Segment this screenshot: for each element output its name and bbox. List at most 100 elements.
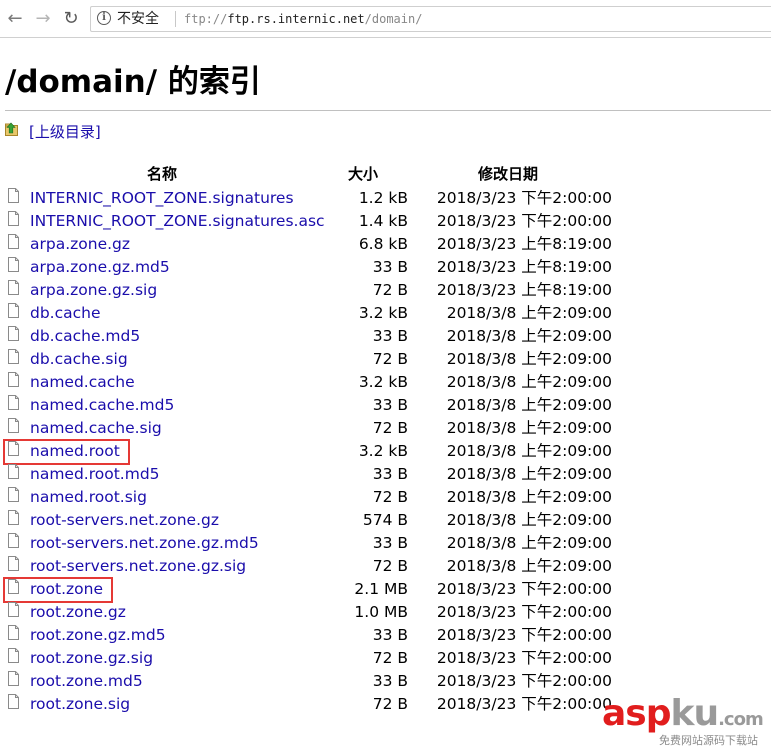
file-icon[interactable]	[8, 280, 19, 295]
file-icon[interactable]	[8, 556, 19, 571]
table-row: root-servers.net.zone.gz.sig 72 B 2018/3/8…	[0, 555, 771, 578]
file-icon[interactable]	[8, 418, 19, 433]
file-link[interactable]: root.zone.gz.sig	[30, 647, 153, 669]
file-modified-date: 2018/3/23 下午2:00:00	[436, 189, 612, 207]
file-modified-date: 2018/3/23 下午2:00:00	[436, 626, 612, 644]
file-link[interactable]: root-servers.net.zone.gz	[30, 509, 219, 531]
reload-icon[interactable]: ↻	[60, 8, 82, 30]
file-size: 1.4 kB	[358, 212, 408, 230]
file-modified-date: 2018/3/8 上午2:09:00	[446, 304, 612, 322]
file-modified-date: 2018/3/8 上午2:09:00	[446, 442, 612, 460]
file-link[interactable]: named.root.md5	[30, 463, 160, 485]
file-icon[interactable]	[8, 625, 19, 640]
file-icon[interactable]	[8, 372, 19, 387]
file-link[interactable]: root.zone.sig	[30, 693, 130, 715]
table-row: db.cache.md5 33 B 2018/3/8 上午2:09:00	[0, 325, 771, 348]
file-link[interactable]: root.zone.gz	[30, 601, 126, 623]
file-icon[interactable]	[8, 510, 19, 525]
url-scheme: ftp://	[184, 12, 228, 26]
table-row: arpa.zone.gz 6.8 kB 2018/3/23 上午8:19:00	[0, 233, 771, 256]
file-size: 3.2 kB	[358, 442, 408, 460]
page-title: /domain/ 的索引	[5, 64, 261, 100]
file-size: 6.8 kB	[358, 235, 408, 253]
file-icon[interactable]	[8, 648, 19, 663]
file-link[interactable]: named.cache.md5	[30, 394, 174, 416]
forward-arrow-icon[interactable]: →	[32, 8, 54, 30]
back-arrow-icon[interactable]: ←	[4, 8, 26, 30]
url-text[interactable]: ftp://ftp.rs.internic.net/domain/	[184, 10, 422, 28]
table-row: root.zone 2.1 MB 2018/3/23 下午2:00:00	[0, 577, 771, 603]
file-icon[interactable]	[8, 234, 19, 249]
file-modified-date: 2018/3/8 上午2:09:00	[446, 350, 612, 368]
file-link[interactable]: arpa.zone.gz.sig	[30, 279, 157, 301]
file-link[interactable]: INTERNIC_ROOT_ZONE.signatures	[30, 187, 294, 209]
file-size: 1.2 kB	[358, 189, 408, 207]
column-header-size[interactable]: 大小	[348, 163, 378, 185]
table-row: named.root.md5 33 B 2018/3/8 上午2:09:00	[0, 463, 771, 486]
watermark-asp: asp	[602, 693, 671, 734]
file-modified-date: 2018/3/23 下午2:00:00	[436, 672, 612, 690]
table-row: root.zone.md5 33 B 2018/3/23 下午2:00:00	[0, 670, 771, 693]
table-row: INTERNIC_ROOT_ZONE.signatures 1.2 kB 2018/…	[0, 187, 771, 210]
table-row: arpa.zone.gz.md5 33 B 2018/3/23 上午8:19:00	[0, 256, 771, 279]
watermark-subtitle: 免费网站源码下载站	[659, 734, 758, 747]
parent-directory-link[interactable]: [上级目录]	[29, 122, 101, 142]
file-icon[interactable]	[8, 533, 19, 548]
table-row: root-servers.net.zone.gz.md5 33 B 2018/3/8…	[0, 532, 771, 555]
file-link[interactable]: named.root.sig	[30, 486, 147, 508]
file-icon[interactable]	[8, 671, 19, 686]
url-host: ftp.rs.internic.net	[227, 12, 365, 26]
url-path: /domain/	[364, 12, 423, 26]
file-icon[interactable]	[8, 211, 19, 226]
file-link[interactable]: db.cache.md5	[30, 325, 140, 347]
file-modified-date: 2018/3/8 上午2:09:00	[446, 557, 612, 575]
file-link[interactable]: named.root	[30, 440, 120, 462]
file-link[interactable]: root.zone.gz.md5	[30, 624, 166, 646]
file-link[interactable]: db.cache	[30, 302, 101, 324]
file-modified-date: 2018/3/23 下午2:00:00	[436, 580, 612, 598]
parent-folder-up-icon[interactable]	[5, 122, 19, 136]
file-icon[interactable]	[8, 464, 19, 479]
file-link[interactable]: named.cache	[30, 371, 135, 393]
file-icon[interactable]	[8, 602, 19, 617]
column-header-name[interactable]: 名称	[147, 163, 177, 185]
file-size: 2.1 MB	[354, 580, 408, 598]
file-link[interactable]: db.cache.sig	[30, 348, 128, 370]
file-link[interactable]: named.cache.sig	[30, 417, 162, 439]
file-link[interactable]: root.zone	[30, 578, 103, 600]
file-icon[interactable]	[8, 326, 19, 341]
file-modified-date: 2018/3/23 上午8:19:00	[436, 281, 612, 299]
file-icon[interactable]	[8, 694, 19, 709]
title-divider	[5, 110, 771, 111]
file-size: 72 B	[372, 281, 408, 299]
file-link[interactable]: INTERNIC_ROOT_ZONE.signatures.asc	[30, 210, 325, 232]
file-icon[interactable]	[8, 441, 19, 456]
file-icon[interactable]	[8, 303, 19, 318]
file-icon[interactable]	[8, 395, 19, 410]
watermark-logo: aspku.com 免费网站源码下载站	[600, 694, 771, 749]
file-link[interactable]: arpa.zone.gz.md5	[30, 256, 170, 278]
file-size: 72 B	[372, 557, 408, 575]
table-row: root-servers.net.zone.gz 574 B 2018/3/8 上午…	[0, 509, 771, 532]
file-icon[interactable]	[8, 349, 19, 364]
info-icon[interactable]: i	[97, 11, 111, 25]
file-modified-date: 2018/3/8 上午2:09:00	[446, 488, 612, 506]
table-row: named.cache 3.2 kB 2018/3/8 上午2:09:00	[0, 371, 771, 394]
security-label[interactable]: 不安全	[117, 10, 159, 28]
file-link[interactable]: root.zone.md5	[30, 670, 143, 692]
file-icon[interactable]	[8, 257, 19, 272]
file-link[interactable]: arpa.zone.gz	[30, 233, 130, 255]
address-bar[interactable]: i 不安全 ftp://ftp.rs.internic.net/domain/	[90, 6, 771, 32]
file-modified-date: 2018/3/23 下午2:00:00	[436, 603, 612, 621]
file-icon[interactable]	[8, 188, 19, 203]
table-row: INTERNIC_ROOT_ZONE.signatures.asc 1.4 kB 2…	[0, 210, 771, 233]
column-header-date[interactable]: 修改日期	[478, 163, 538, 185]
file-icon[interactable]	[8, 579, 19, 594]
file-size: 3.2 kB	[358, 373, 408, 391]
table-row: root.zone.gz 1.0 MB 2018/3/23 下午2:00:00	[0, 601, 771, 624]
browser-toolbar: ← → ↻ i 不安全 ftp://ftp.rs.internic.net/do…	[0, 0, 771, 38]
file-modified-date: 2018/3/8 上午2:09:00	[446, 511, 612, 529]
file-link[interactable]: root-servers.net.zone.gz.md5	[30, 532, 259, 554]
file-icon[interactable]	[8, 487, 19, 502]
file-link[interactable]: root-servers.net.zone.gz.sig	[30, 555, 246, 577]
